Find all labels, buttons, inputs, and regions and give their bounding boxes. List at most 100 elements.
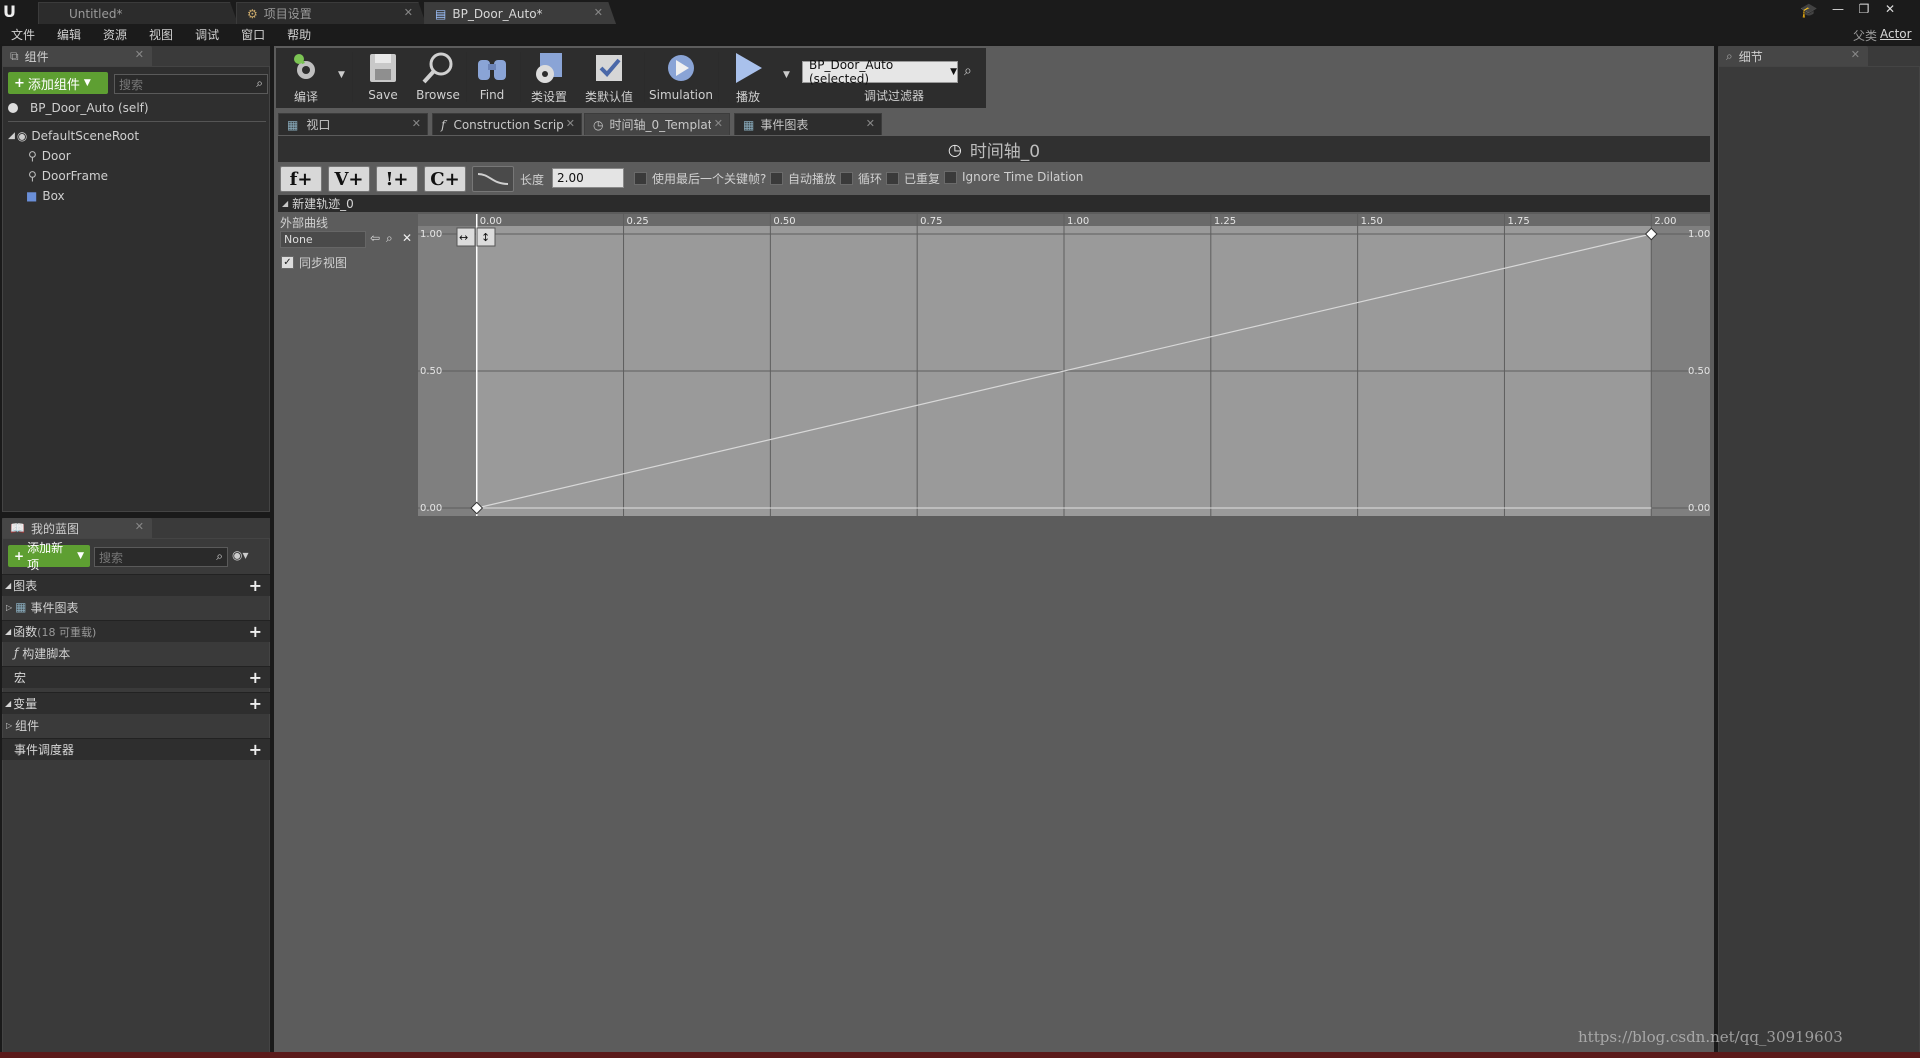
close-window-button[interactable]: ✕ [1879, 2, 1901, 16]
loop-checkbox[interactable]: 循环 [840, 170, 882, 187]
tree-item-default-scene-root[interactable]: ◢ ◉ DefaultSceneRoot [8, 126, 139, 146]
compile-options-chevron-icon[interactable]: ▼ [338, 70, 345, 80]
add-graph-plus-icon[interactable]: + [249, 576, 262, 595]
close-icon[interactable]: ✕ [594, 6, 603, 19]
length-input[interactable]: 2.00 [552, 168, 624, 188]
add-event-track-button[interactable]: !+ [376, 166, 418, 192]
sync-view-checkbox[interactable]: ✓ 同步视图 [281, 254, 347, 271]
menu-window[interactable]: 窗口 [230, 26, 276, 43]
use-last-keyframe-checkbox[interactable]: 使用最后一个关键帧? [634, 170, 766, 187]
ignore-time-dilation-checkbox[interactable]: Ignore Time Dilation [944, 170, 1083, 184]
chevron-down-icon: ▼ [950, 67, 957, 77]
save-button[interactable]: Save [356, 50, 410, 104]
my-blueprint-search-input[interactable]: 搜索 ⌕ [94, 547, 228, 567]
class-defaults-button[interactable]: 类默认值 [578, 50, 640, 104]
add-curve-asset-button[interactable] [472, 166, 514, 192]
close-icon[interactable]: ✕ [135, 48, 144, 61]
tab-construction-script[interactable]: f Construction Scrip ✕ [432, 113, 582, 135]
add-new-button[interactable]: + 添加新项 ▼ [8, 541, 90, 572]
close-icon[interactable]: ✕ [866, 117, 875, 130]
menu-edit[interactable]: 编辑 [46, 26, 92, 43]
details-tab[interactable]: ⌕ 细节 ✕ [1718, 46, 1868, 66]
visibility-eye-icon[interactable]: ◉▾ [232, 548, 249, 562]
menu-help[interactable]: 帮助 [276, 26, 322, 43]
tab-viewport[interactable]: ▦ 视口 ✕ [278, 113, 428, 135]
doc-tab-project-settings[interactable]: ⚙ 项目设置 ✕ [236, 2, 426, 24]
my-blueprint-tab[interactable]: 📖 我的蓝图 ✕ [2, 518, 152, 538]
x-tick-label: 1.00 [1067, 216, 1089, 227]
track-header[interactable]: ◢ 新建轨迹_0 [278, 195, 1710, 212]
play-options-chevron-icon[interactable]: ▼ [783, 70, 790, 80]
watermark: https://blog.csdn.net/qq_30919603 [1578, 1028, 1843, 1046]
add-dispatcher-plus-icon[interactable]: + [249, 740, 262, 759]
add-vector-track-button[interactable]: V+ [328, 166, 370, 192]
replicated-checkbox[interactable]: 已重复 [886, 170, 940, 187]
plus-icon: + [14, 549, 25, 563]
self-item[interactable]: BP_Door_Auto (self) [8, 98, 149, 118]
add-function-plus-icon[interactable]: + [249, 622, 262, 641]
unreal-logo-icon[interactable]: U [3, 2, 23, 22]
section-event-dispatchers[interactable]: 事件调度器 + [2, 738, 270, 760]
search-icon: ⌕ [216, 549, 223, 563]
expand-arrow-icon: ◢ [282, 199, 289, 208]
components-search-input[interactable]: 搜索 ⌕ [114, 74, 268, 94]
use-selected-arrow-icon[interactable]: ⇦ [370, 231, 380, 245]
external-curve-input[interactable]: None [280, 231, 366, 248]
menu-view[interactable]: 视图 [138, 26, 184, 43]
doc-tab-untitled[interactable]: Untitled* [38, 2, 238, 24]
my-blueprint-panel: 📖 我的蓝图 ✕ + 添加新项 ▼ 搜索 ⌕ ◉▾ ◢ 图表 + ▷ ▦ 事件图表… [2, 518, 270, 1054]
fit-vertical-icon: ↕ [481, 231, 490, 244]
menu-asset[interactable]: 资源 [92, 26, 138, 43]
x-tick-label: 0.25 [627, 216, 649, 227]
clear-curve-close-icon[interactable]: ✕ [402, 231, 412, 245]
binoculars-icon [464, 50, 520, 86]
maximize-button[interactable]: ❐ [1853, 2, 1875, 16]
close-icon[interactable]: ✕ [1851, 48, 1860, 61]
close-icon[interactable]: ✕ [135, 520, 144, 533]
add-variable-plus-icon[interactable]: + [249, 694, 262, 713]
tab-timeline-template[interactable]: ◷ 时间轴_0_Template ✕ [584, 113, 730, 135]
close-icon[interactable]: ✕ [412, 117, 421, 130]
find-button[interactable]: Find [464, 50, 520, 104]
close-icon[interactable]: ✕ [566, 117, 575, 130]
class-settings-icon [522, 50, 576, 86]
minimize-button[interactable]: — [1827, 2, 1849, 16]
browse-button[interactable]: Browse [410, 50, 466, 104]
play-button[interactable]: 播放 [720, 50, 776, 104]
add-float-track-button[interactable]: f+ [280, 166, 322, 192]
compile-button[interactable]: 编译 [278, 50, 334, 104]
graduation-cap-icon[interactable]: 🎓 [1800, 3, 1817, 19]
construction-script-item[interactable]: ƒ 构建脚本 [14, 643, 70, 663]
add-macro-plus-icon[interactable]: + [249, 668, 262, 687]
components-tab[interactable]: ⧉ 组件 ✕ [2, 46, 152, 66]
close-icon[interactable]: ✕ [714, 117, 723, 130]
add-component-button[interactable]: + 添加组件 ▼ [8, 72, 108, 94]
tab-event-graph[interactable]: ▦ 事件图表 ✕ [734, 113, 882, 135]
close-icon[interactable]: ✕ [404, 6, 413, 19]
browse-curve-search-icon[interactable]: ⌕ [386, 231, 393, 246]
section-macros[interactable]: 宏 + [2, 666, 270, 688]
parent-class-label: 父类 [1853, 29, 1878, 43]
tree-item-doorframe[interactable]: ⚲ DoorFrame [28, 166, 108, 186]
simulation-button[interactable]: Simulation [648, 50, 714, 104]
add-color-track-button[interactable]: C+ [424, 166, 466, 192]
menu-debug[interactable]: 调试 [184, 26, 230, 43]
book-icon: 📖 [10, 521, 25, 535]
tree-item-door[interactable]: ⚲ Door [28, 146, 71, 166]
autoplay-checkbox[interactable]: 自动播放 [770, 170, 836, 187]
components-variables-item[interactable]: ▷ 组件 [6, 715, 39, 735]
curve-graph[interactable]: 0.00 0.25 0.50 0.75 1.00 1.25 1.50 1.75 2.00 1.00… [418, 214, 1710, 516]
save-icon [356, 50, 410, 86]
menu-file[interactable]: 文件 [0, 26, 46, 43]
event-graph-item[interactable]: ▷ ▦ 事件图表 [6, 597, 79, 617]
section-functions[interactable]: ◢ 函数 (18 可重载) + [2, 620, 270, 642]
section-variables[interactable]: ◢ 变量 + [2, 692, 270, 714]
debug-search-icon[interactable]: ⌕ [964, 63, 972, 79]
debug-object-select[interactable]: BP_Door_Auto (selected) ▼ [802, 58, 958, 86]
parent-class-link[interactable]: Actor [1880, 27, 1912, 41]
tree-item-box[interactable]: ■ Box [26, 186, 65, 206]
section-graphs[interactable]: ◢ 图表 + [2, 574, 270, 596]
details-panel: ⌕ 细节 ✕ [1718, 46, 1920, 1054]
class-settings-button[interactable]: 类设置 [522, 50, 576, 104]
doc-tab-bp-door-auto[interactable]: ▤ BP_Door_Auto* ✕ [424, 2, 616, 24]
